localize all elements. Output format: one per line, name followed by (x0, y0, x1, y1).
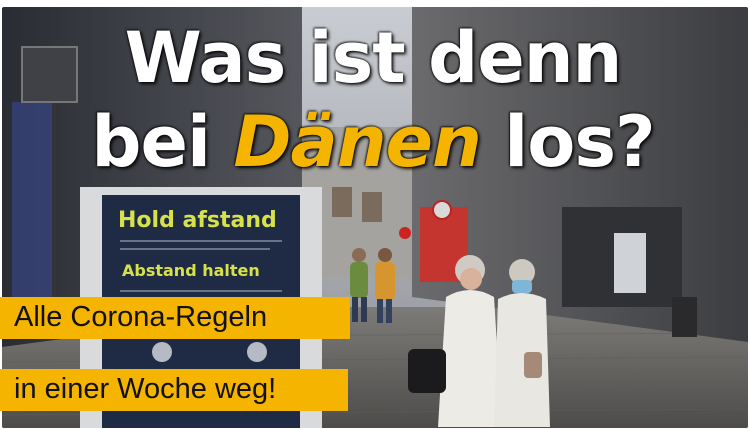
sign-title-danish: Hold afstand (118, 208, 277, 233)
shop-poster (614, 233, 646, 293)
headline-line-2-start: bei (91, 101, 234, 183)
headline-line-2-end: los? (480, 101, 655, 183)
face-mask (512, 280, 532, 293)
black-handbag (408, 349, 446, 393)
headline-line-1: Was ist denn (124, 17, 623, 99)
headline-emphasis: Dänen (233, 101, 481, 183)
no-entry-sign (399, 227, 411, 239)
subheadline-banner-1: Alle Corona-Regeln (0, 297, 350, 339)
bin (672, 297, 697, 337)
subheadline-banner-2: in einer Woche weg! (0, 369, 348, 411)
shop-round-sign (432, 200, 452, 220)
image-frame: Was ist denn bei Dänen los? Hold afstand… (0, 5, 750, 430)
headline-line-2: bei Dänen los? (0, 107, 746, 177)
sign-title-german: Abstand halten (122, 261, 260, 280)
